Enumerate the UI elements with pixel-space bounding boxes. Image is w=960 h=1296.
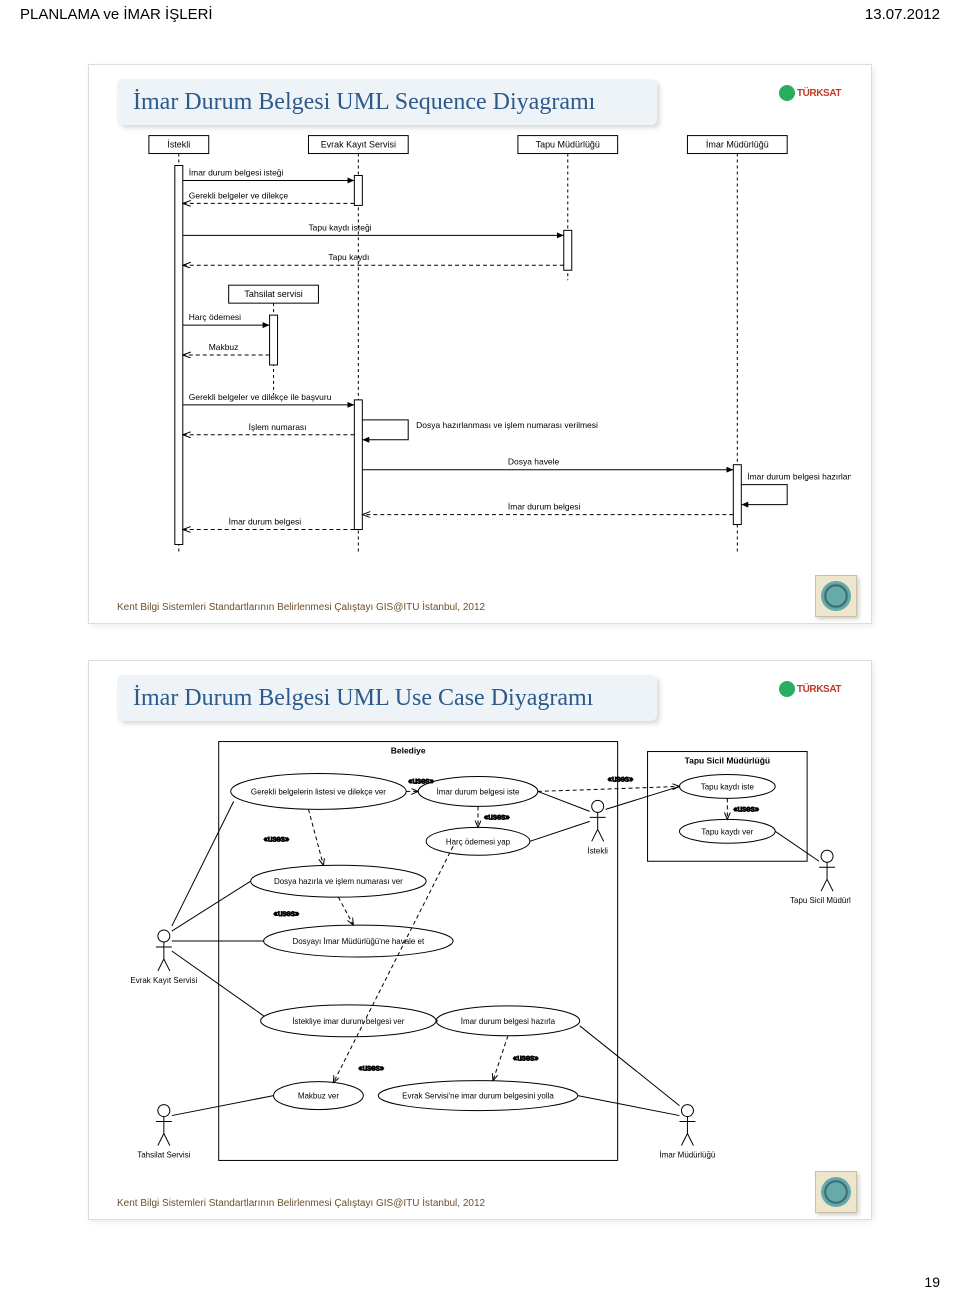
page-number: 19: [924, 1274, 940, 1290]
svg-text:Tapu kaydı isteği: Tapu kaydı isteği: [308, 222, 371, 232]
svg-text:Tapu Müdürlüğü: Tapu Müdürlüğü: [536, 140, 600, 150]
svg-text:İşlem numarası: İşlem numarası: [249, 422, 307, 432]
svg-text:İstekli: İstekli: [587, 846, 608, 855]
svg-text:Gerekli belgeler ve dilekçe il: Gerekli belgeler ve dilekçe ile başvuru: [189, 392, 332, 402]
svg-text:«uses»: «uses»: [733, 804, 759, 813]
svg-text:Tapu kaydı ver: Tapu kaydı ver: [701, 827, 753, 836]
svg-text:İmar Müdürlüğü: İmar Müdürlüğü: [706, 140, 769, 150]
svg-text:İmar durum belgesi: İmar durum belgesi: [508, 502, 581, 512]
svg-text:Dosya hazırla ve işlem numaras: Dosya hazırla ve işlem numarası ver: [274, 877, 403, 886]
slide-footer: Kent Bilgi Sistemleri Standartlarının Be…: [117, 602, 485, 613]
svg-text:Evrak Kayıt Servisi: Evrak Kayıt Servisi: [130, 976, 197, 985]
seal-icon: [815, 575, 857, 617]
svg-text:Tahsilat Servisi: Tahsilat Servisi: [137, 1150, 190, 1159]
svg-text:Dosya hazırlanması ve işlem nu: Dosya hazırlanması ve işlem numarası ver…: [416, 420, 598, 430]
svg-text:«uses»: «uses»: [274, 909, 300, 918]
slide-usecase: İmar Durum Belgesi UML Use Case Diyagram…: [88, 660, 872, 1220]
svg-text:İstekliye imar durum belgesi v: İstekliye imar durum belgesi ver: [292, 1017, 404, 1026]
header-right: 13.07.2012: [865, 6, 940, 23]
svg-text:Makbuz ver: Makbuz ver: [298, 1092, 340, 1101]
svg-text:«uses»: «uses»: [608, 774, 634, 783]
slide-title: İmar Durum Belgesi UML Use Case Diyagram…: [133, 685, 593, 712]
svg-text:Harç ödemesi yap: Harç ödemesi yap: [446, 837, 511, 846]
svg-text:Dosya havele: Dosya havele: [508, 457, 560, 467]
turksat-logo: TÜRKSAT: [767, 671, 853, 707]
page-header: PLANLAMA ve İMAR İŞLERİ 13.07.2012: [20, 6, 940, 23]
svg-text:Tapu Sicil Müdürlüğü: Tapu Sicil Müdürlüğü: [790, 896, 851, 905]
slide-footer: Kent Bilgi Sistemleri Standartlarının Be…: [117, 1198, 485, 1209]
svg-text:İmar durum belgesi: İmar durum belgesi: [229, 517, 302, 527]
slide-sequence: İmar Durum Belgesi UML Sequence Diyagram…: [88, 64, 872, 624]
svg-text:«uses»: «uses»: [408, 776, 434, 785]
svg-text:Tapu kaydı iste: Tapu kaydı iste: [701, 782, 755, 791]
svg-text:İmar durum belgesi iste: İmar durum belgesi iste: [437, 787, 520, 796]
svg-text:Evrak Kayıt Servisi: Evrak Kayıt Servisi: [321, 140, 396, 150]
sequence-diagram: İstekli Evrak Kayıt Servisi Tapu Müdürlü…: [109, 135, 851, 575]
usecase-diagram: Belediye Tapu Sicil Müdürlüğü Gerekli be…: [109, 731, 851, 1171]
svg-text:Gerekli belgelerin listesi ve: Gerekli belgelerin listesi ve dilekçe ve…: [251, 787, 386, 796]
slide-title: İmar Durum Belgesi UML Sequence Diyagram…: [133, 89, 595, 116]
svg-text:Belediye: Belediye: [391, 746, 426, 756]
svg-text:Makbuz: Makbuz: [209, 342, 239, 352]
slide-title-wrap: İmar Durum Belgesi UML Sequence Diyagram…: [117, 79, 657, 125]
svg-text:İmar durum belgesi hazırlanmas: İmar durum belgesi hazırlanması: [747, 472, 851, 482]
header-left: PLANLAMA ve İMAR İŞLERİ: [20, 6, 213, 23]
svg-text:İmar durum belgesi isteği: İmar durum belgesi isteği: [189, 167, 284, 177]
svg-text:Tapu Sicil Müdürlüğü: Tapu Sicil Müdürlüğü: [685, 756, 770, 766]
svg-text:Harç ödemesi: Harç ödemesi: [189, 312, 241, 322]
svg-text:İmar Müdürlüğü: İmar Müdürlüğü: [660, 1150, 716, 1159]
turksat-logo: TÜRKSAT: [767, 75, 853, 111]
svg-text:İmar durum belgesi hazırla: İmar durum belgesi hazırla: [461, 1017, 556, 1026]
svg-text:«uses»: «uses»: [264, 834, 290, 843]
svg-text:İstekli: İstekli: [167, 140, 190, 150]
svg-text:Tapu kaydı: Tapu kaydı: [328, 252, 369, 262]
slide-title-wrap: İmar Durum Belgesi UML Use Case Diyagram…: [117, 675, 657, 721]
svg-text:«uses»: «uses»: [358, 1064, 384, 1073]
svg-text:Tahsilat servisi: Tahsilat servisi: [244, 289, 302, 299]
svg-text:«uses»: «uses»: [484, 812, 510, 821]
seal-icon: [815, 1171, 857, 1213]
svg-text:Gerekli belgeler ve dilekçe: Gerekli belgeler ve dilekçe: [189, 190, 289, 200]
svg-text:Evrak Servisi'ne imar durum be: Evrak Servisi'ne imar durum belgesini yo…: [402, 1092, 554, 1101]
svg-text:«uses»: «uses»: [513, 1054, 539, 1063]
